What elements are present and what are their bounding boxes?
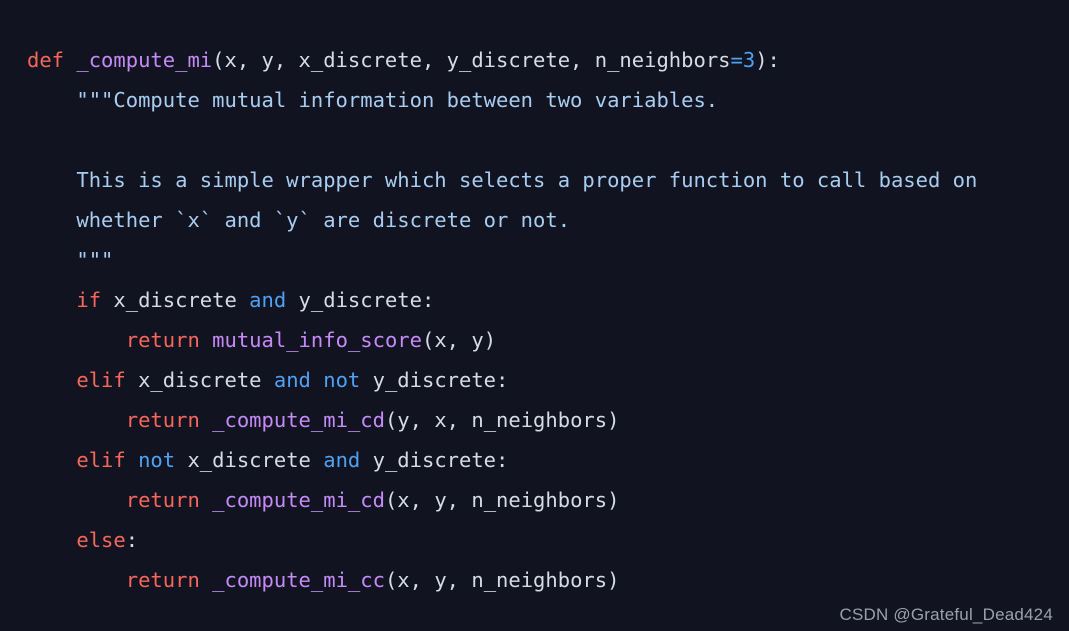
- code-token-operator: and: [249, 288, 287, 312]
- code-token-plain: (x, y, x_discrete, y_discrete, n_neighbo…: [212, 48, 731, 72]
- code-line: """: [27, 240, 977, 280]
- code-line: whether `x` and `y` are discrete or not.: [27, 200, 977, 240]
- code-token-keyword: elif: [76, 448, 126, 472]
- code-token-keyword: if: [76, 288, 102, 312]
- code-line: return _compute_mi_cc(x, y, n_neighbors): [27, 560, 977, 600]
- code-token-docstring: """Compute mutual information between tw…: [27, 88, 719, 112]
- code-token-plain: x_discrete: [125, 368, 274, 392]
- code-token-keyword: elif: [76, 368, 126, 392]
- code-token-operator: =: [730, 48, 743, 72]
- watermark-label: CSDN @Grateful_Dead424: [839, 605, 1053, 624]
- code-token-plain: (x, y, n_neighbors): [384, 488, 620, 512]
- code-screenshot: def _compute_mi(x, y, x_discrete, y_disc…: [0, 0, 1069, 631]
- code-token-operator: and: [323, 448, 361, 472]
- code-token-plain: y_discrete:: [360, 448, 509, 472]
- code-token-plain: x_discrete: [101, 288, 250, 312]
- code-token-number: 3: [742, 48, 756, 72]
- code-line: """Compute mutual information between tw…: [27, 80, 977, 120]
- code-token-docstring: whether `x` and `y` are discrete or not.: [27, 208, 571, 232]
- code-line: elif x_discrete and not y_discrete:: [27, 360, 977, 400]
- code-token-function: mutual_info_score: [212, 328, 422, 352]
- code-line: else:: [27, 520, 977, 560]
- code-token-keyword: return: [125, 408, 200, 432]
- code-token-plain: ):: [755, 48, 780, 72]
- code-line: def _compute_mi(x, y, x_discrete, y_disc…: [27, 40, 977, 80]
- code-token-plain: y_discrete:: [286, 288, 435, 312]
- code-listing[interactable]: def _compute_mi(x, y, x_discrete, y_disc…: [27, 40, 977, 600]
- code-token-operator: not: [138, 448, 176, 472]
- code-line: return _compute_mi_cd(y, x, n_neighbors): [27, 400, 977, 440]
- code-line: This is a simple wrapper which selects a…: [27, 160, 977, 200]
- code-token-keyword: return: [125, 328, 200, 352]
- code-token-plain: (x, y, n_neighbors): [384, 568, 620, 592]
- code-token-operator: and: [273, 368, 311, 392]
- code-token-function: _compute_mi_cd: [212, 408, 385, 432]
- code-token-keyword: def: [27, 48, 65, 72]
- code-line: return mutual_info_score(x, y): [27, 320, 977, 360]
- code-token-keyword: return: [125, 488, 200, 512]
- code-token-plain: (x, y): [421, 328, 497, 352]
- code-token-function: _compute_mi_cc: [212, 568, 385, 592]
- code-token-operator: not: [323, 368, 361, 392]
- code-line: if x_discrete and y_discrete:: [27, 280, 977, 320]
- code-token-plain: x_discrete: [175, 448, 324, 472]
- code-token-docstring: """: [27, 248, 114, 272]
- code-line: elif not x_discrete and y_discrete:: [27, 440, 977, 480]
- code-token-plain: :: [125, 528, 139, 552]
- code-token-plain: y_discrete:: [360, 368, 509, 392]
- code-token-docstring: This is a simple wrapper which selects a…: [27, 168, 978, 192]
- code-token-function: _compute_mi: [76, 48, 213, 72]
- code-token-plain: (y, x, n_neighbors): [384, 408, 620, 432]
- code-token-keyword: return: [125, 568, 200, 592]
- code-token-function: _compute_mi_cd: [212, 488, 385, 512]
- code-token-keyword: else: [76, 528, 126, 552]
- code-line: return _compute_mi_cd(x, y, n_neighbors): [27, 480, 977, 520]
